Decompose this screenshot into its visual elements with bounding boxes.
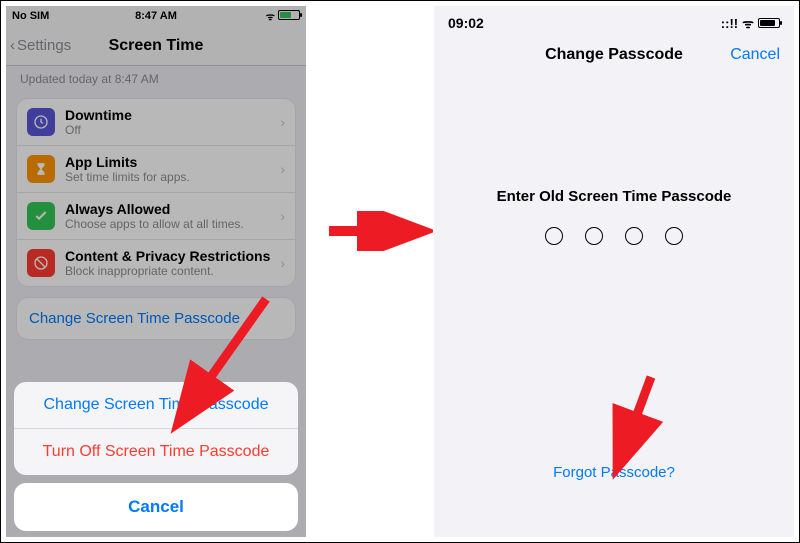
page-title: Change Passcode: [545, 46, 683, 64]
passcode-dots: [434, 227, 794, 245]
forgot-passcode-link[interactable]: Forgot Passcode?: [434, 464, 794, 481]
action-sheet-options: Change Screen Time Passcode Turn Off Scr…: [14, 382, 298, 475]
left-screenshot: No SIM 8:47 AM ᯤ ‹ Settings Screen Time …: [6, 6, 306, 537]
signal-icon: ::!!: [721, 16, 738, 31]
passcode-prompt: Enter Old Screen Time Passcode: [434, 188, 794, 205]
passcode-dot: [545, 227, 563, 245]
sheet-change-passcode[interactable]: Change Screen Time Passcode: [14, 382, 298, 428]
sheet-turn-off-passcode[interactable]: Turn Off Screen Time Passcode: [14, 428, 298, 475]
cancel-button[interactable]: Cancel: [730, 46, 780, 64]
sheet-cancel[interactable]: Cancel: [14, 483, 298, 531]
status-icons: ::!! ᯤ: [721, 14, 780, 32]
right-screenshot: 09:02 ::!! ᯤ Change Passcode Cancel Ente…: [434, 6, 794, 537]
clock: 09:02: [448, 15, 484, 31]
wifi-icon: ᯤ: [742, 14, 754, 32]
passcode-dot: [585, 227, 603, 245]
nav-bar: Change Passcode Cancel: [434, 32, 794, 78]
passcode-dot: [665, 227, 683, 245]
status-bar: 09:02 ::!! ᯤ: [434, 6, 794, 32]
passcode-dot: [625, 227, 643, 245]
battery-icon: [758, 18, 780, 28]
action-sheet: Change Screen Time Passcode Turn Off Scr…: [14, 382, 298, 531]
annotation-arrow: [323, 211, 433, 251]
